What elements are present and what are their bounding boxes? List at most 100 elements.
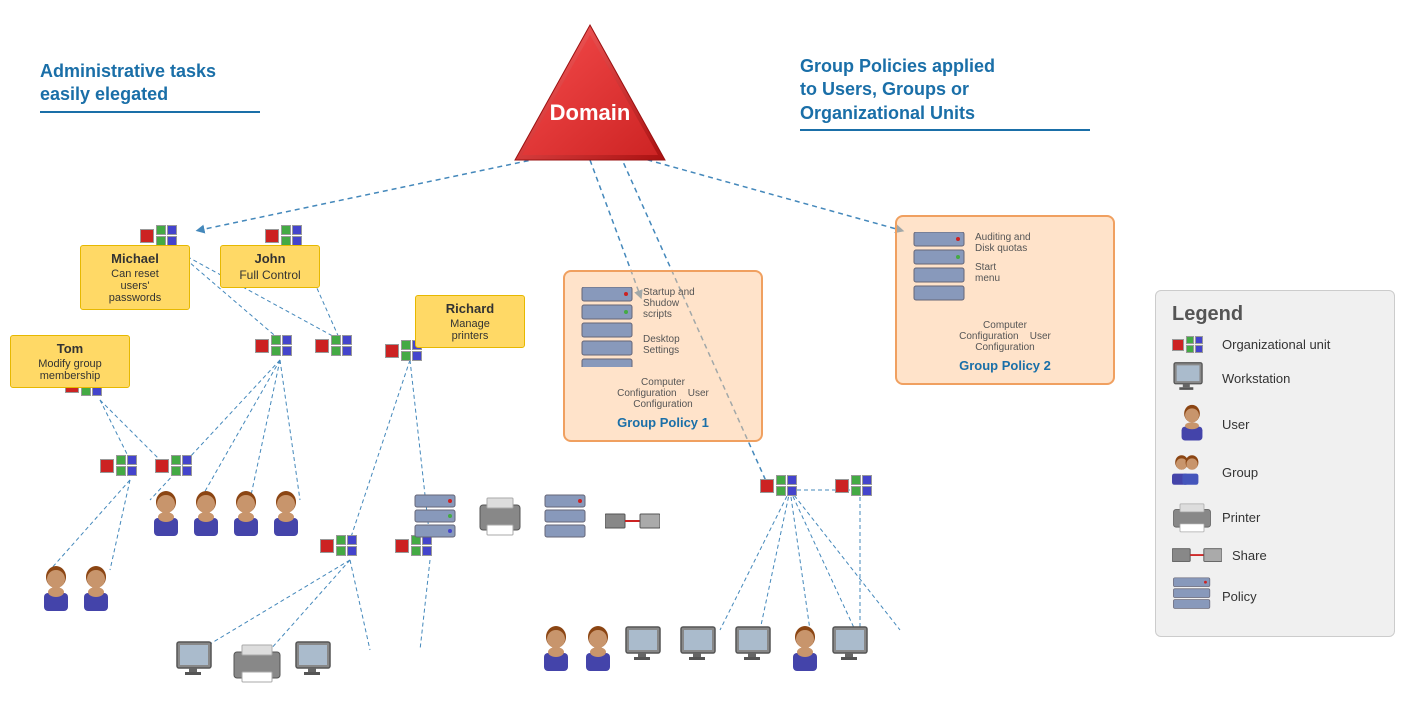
person-icon-2 — [190, 490, 222, 541]
gp1-box: Startup andShudowscripts DesktopSettings… — [563, 270, 763, 442]
john-box: John Full Control — [220, 245, 320, 288]
person-r2 — [582, 625, 614, 671]
gp2-startmenu: Startmenu — [975, 262, 1031, 284]
computer-row-richard — [175, 640, 339, 685]
computer-1 — [175, 640, 220, 685]
left-heading-underline — [40, 111, 260, 113]
computer-r1 — [624, 625, 669, 670]
tom-name: Tom — [19, 341, 121, 356]
gp1-labels: Startup andShudowscripts DesktopSettings — [643, 287, 695, 356]
legend-share: Share — [1172, 543, 1378, 568]
domain-triangle-svg — [510, 20, 670, 165]
gp1-bottom-labels: ComputerConfiguration UserConfiguration — [575, 377, 751, 410]
share-server-row — [410, 490, 660, 540]
legend-user-label: User — [1222, 417, 1249, 432]
legend-share-icon — [1172, 543, 1222, 568]
gp2-comp-config: ComputerConfiguration — [959, 320, 1027, 342]
richard-box: Richard Manage printers — [415, 295, 525, 348]
legend-printer: Printer — [1172, 500, 1378, 535]
person-row-bottom-left — [40, 565, 112, 616]
right-heading-text: Group Policies applied to Users, Groups … — [800, 55, 1110, 125]
domain-label: Domain — [540, 100, 640, 126]
person-icon-bl1 — [40, 565, 72, 616]
gp2-title: Group Policy 2 — [907, 358, 1103, 373]
person-r1 — [540, 625, 572, 671]
ou-red-sq — [140, 229, 154, 243]
richard-desc: Manage printers — [424, 318, 516, 342]
legend-group-icon — [1172, 452, 1212, 492]
tom-box: Tom Modify group membership — [10, 335, 130, 388]
legend-group-label: Group — [1222, 465, 1258, 480]
legend-ou: Organizational unit — [1172, 336, 1378, 353]
john-desc: Full Control — [229, 268, 311, 282]
legend-box: Legend Organizational unit W — [1155, 290, 1395, 637]
ou-sub3 — [100, 455, 137, 476]
left-heading: Administrative tasks easily elegated — [40, 60, 290, 113]
legend-policy: Policy — [1172, 576, 1378, 616]
john-name: John — [229, 251, 311, 266]
gp1-content: Startup andShudowscripts DesktopSettings — [575, 282, 751, 375]
computer-r4 — [831, 625, 876, 670]
share-icon-bottom — [605, 502, 660, 540]
legend-printer-icon — [1172, 500, 1212, 535]
legend-workstation-label: Workstation — [1222, 371, 1290, 386]
legend-ou-icon — [1172, 336, 1212, 353]
legend-group: Group — [1172, 452, 1378, 492]
printer-icon-bottom — [475, 490, 525, 540]
legend-share-label: Share — [1232, 548, 1267, 563]
gp2-auditing: Auditing andDisk quotas — [975, 232, 1031, 254]
legend-printer-label: Printer — [1222, 510, 1260, 525]
person-icon-4 — [270, 490, 302, 541]
computer-r3 — [734, 625, 779, 670]
gp1-desktop: DesktopSettings — [643, 334, 695, 356]
gp1-servers — [580, 287, 635, 370]
computer-2 — [294, 640, 339, 685]
michael-box: Michael Can reset users' passwords — [80, 245, 190, 310]
gp2-servers — [912, 232, 967, 315]
domain-triangle: Domain — [510, 20, 670, 170]
person-row-left — [150, 490, 302, 541]
ou-right1 — [760, 475, 797, 496]
gp2-bottom-labels: ComputerConfiguration UserConfiguration — [907, 320, 1103, 353]
server-icon-1 — [410, 490, 460, 540]
right-heading: Group Policies applied to Users, Groups … — [800, 55, 1110, 131]
ou-richard-sub1 — [320, 535, 357, 556]
gp1-title: Group Policy 1 — [575, 415, 751, 430]
legend-ou-label: Organizational unit — [1222, 337, 1330, 352]
bottom-right-icons — [540, 625, 876, 671]
gp1-comp-config: ComputerConfiguration — [617, 377, 685, 399]
gp1-startup: Startup andShudowscripts — [643, 287, 695, 320]
ou-sub2 — [315, 335, 352, 356]
computer-r2 — [679, 625, 724, 670]
michael-desc: Can reset users' passwords — [89, 268, 181, 304]
gp2-labels: Auditing andDisk quotas Startmenu — [975, 232, 1031, 284]
ou-john — [265, 225, 302, 246]
left-heading-text: Administrative tasks easily elegated — [40, 60, 290, 107]
legend-user-icon — [1172, 404, 1212, 444]
server-icon-2 — [540, 490, 590, 540]
ou-michael-icon — [140, 225, 177, 246]
ou-grid — [156, 225, 177, 246]
printer-1 — [232, 640, 282, 685]
legend-workstation-icon — [1172, 361, 1212, 396]
legend-user: User — [1172, 404, 1378, 444]
michael-name: Michael — [89, 251, 181, 266]
tom-desc: Modify group membership — [19, 358, 121, 382]
person-icon-bl2 — [80, 565, 112, 616]
gp2-content: Auditing andDisk quotas Startmenu — [907, 227, 1103, 320]
ou-sub4 — [155, 455, 192, 476]
ou-right2 — [835, 475, 872, 496]
legend-workstation: Workstation — [1172, 361, 1378, 396]
gp2-box: Auditing andDisk quotas Startmenu Comput… — [895, 215, 1115, 385]
ou-michael — [140, 225, 177, 246]
person-icon-1 — [150, 490, 182, 541]
ou-sub1 — [255, 335, 292, 356]
right-heading-underline — [800, 129, 1090, 131]
person-r3 — [789, 625, 821, 671]
legend-title: Legend — [1172, 303, 1378, 326]
legend-policy-label: Policy — [1222, 589, 1257, 604]
main-canvas: Administrative tasks easily elegated Gro… — [0, 0, 1412, 709]
richard-name: Richard — [424, 301, 516, 316]
person-icon-3 — [230, 490, 262, 541]
legend-policy-icon — [1172, 576, 1212, 616]
